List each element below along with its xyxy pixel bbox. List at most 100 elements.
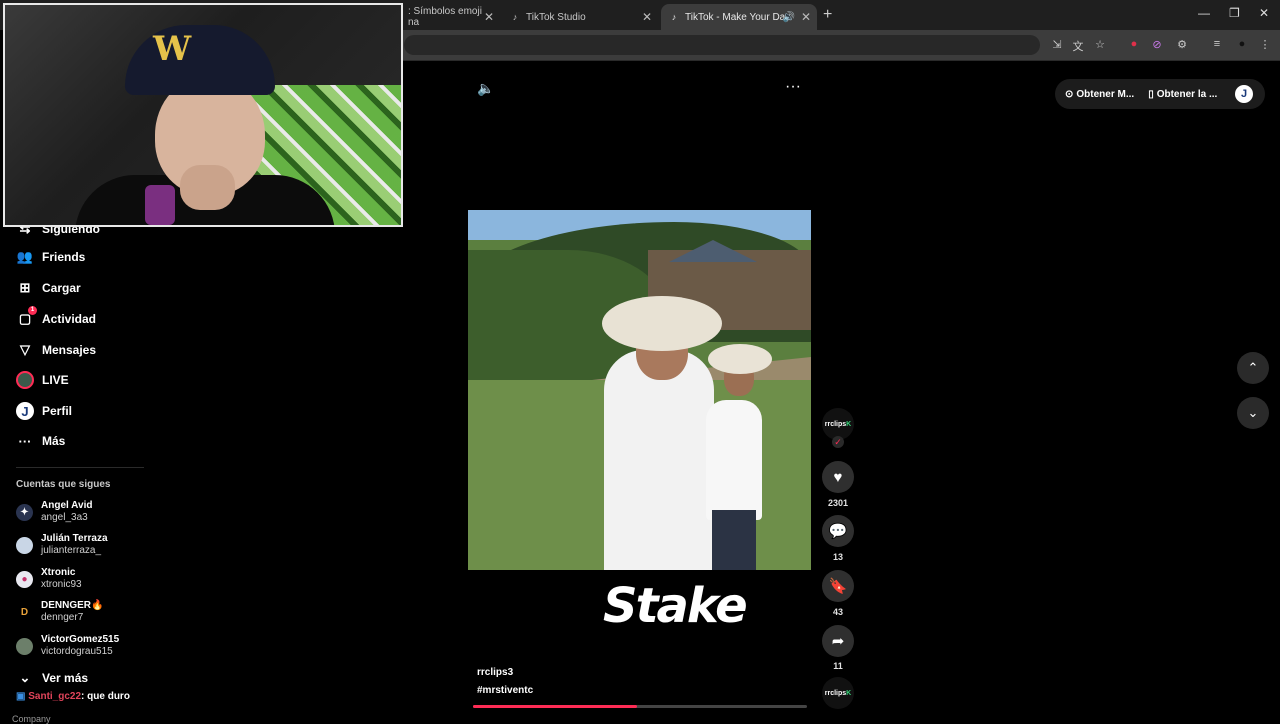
- toolbar-divider: [400, 60, 1280, 61]
- activity-icon: ▢ 1: [16, 306, 37, 328]
- followed-account[interactable]: Julián Terraza julianterraza_: [16, 531, 108, 559]
- see-more-button[interactable]: ⌄ Ver más: [16, 668, 89, 688]
- sidebar-item-label: Actividad: [42, 312, 97, 326]
- video-player[interactable]: [468, 210, 811, 570]
- comment-count: 13: [832, 552, 843, 562]
- see-more-label: Ver más: [42, 671, 89, 685]
- install-icon[interactable]: ⇲: [1050, 38, 1064, 51]
- stream-chat-message: ▣ Santi_gc22: que duro: [16, 691, 130, 702]
- avatar: [16, 637, 33, 655]
- followed-account[interactable]: ● Xtronic xtronic93: [16, 565, 82, 593]
- sidebar-item-live[interactable]: LIVE: [16, 370, 69, 390]
- followed-account[interactable]: VictorGomez515 victordograu515: [16, 632, 119, 660]
- user-avatar[interactable]: J: [1235, 85, 1253, 103]
- video-hashtag[interactable]: #mrstiventc: [477, 685, 533, 696]
- sidebar-item-label: Cargar: [42, 281, 81, 295]
- tiktok-icon: ♪: [512, 12, 518, 22]
- close-window-icon[interactable]: ✕: [1259, 6, 1269, 20]
- upload-icon: ⊞: [19, 280, 31, 295]
- phone-icon: ▯: [1148, 88, 1154, 100]
- account-name: Xtronic: [41, 567, 76, 578]
- like-button[interactable]: ♥: [822, 461, 854, 493]
- get-coins-button[interactable]: ⊙ Obtener M...: [1065, 89, 1134, 100]
- minimize-icon[interactable]: —: [1198, 6, 1210, 20]
- close-icon[interactable]: ✕: [642, 10, 652, 24]
- share-icon: ➦: [831, 633, 845, 650]
- tab-tiktok-studio[interactable]: ♪ TikTok Studio ✕: [502, 4, 658, 30]
- verified-badge: K: [846, 420, 852, 428]
- volume-icon[interactable]: 🔈: [477, 80, 494, 97]
- translate-icon[interactable]: 文: [1071, 38, 1085, 54]
- tab-emoji-symbols[interactable]: : Símbolos emoji na ✕: [400, 4, 500, 30]
- sidebar-item-perfil[interactable]: J Perfil: [16, 401, 72, 421]
- video-person-2-hat: [708, 344, 772, 374]
- sidebar-item-actividad[interactable]: ▢ 1 Actividad: [16, 306, 97, 329]
- star-icon[interactable]: ☆: [1093, 38, 1107, 51]
- chat-icon: ▣: [16, 691, 26, 702]
- coin-icon: ⊙: [1065, 88, 1074, 100]
- media-control-icon[interactable]: ≡: [1210, 38, 1224, 50]
- followed-account[interactable]: ✦ Angel Avid angel_3a3: [16, 498, 92, 526]
- comment-button[interactable]: 💬: [822, 515, 854, 547]
- follow-check-icon[interactable]: ✓: [832, 436, 844, 448]
- sound-disc[interactable]: rrclips K: [822, 677, 854, 709]
- verified-badge: K: [846, 689, 852, 697]
- close-icon[interactable]: ✕: [801, 10, 811, 24]
- sidebar-item-mas[interactable]: ··· Más: [16, 431, 66, 451]
- like-count: 2301: [827, 498, 849, 508]
- save-button[interactable]: 🔖: [822, 570, 854, 602]
- close-icon[interactable]: ✕: [484, 10, 494, 24]
- chevron-down-icon: ⌄: [1247, 405, 1259, 420]
- sidebar-item-friends[interactable]: 👥 Friends: [16, 247, 85, 267]
- footer-link[interactable]: Company: [12, 714, 51, 724]
- streamer-hand: [180, 165, 235, 210]
- previous-video-button[interactable]: ⌃: [1237, 352, 1269, 384]
- address-bar[interactable]: [404, 35, 1040, 55]
- friends-icon: 👥: [16, 249, 34, 264]
- extension-purple-icon[interactable]: ⊘: [1150, 38, 1164, 51]
- get-app-button[interactable]: ▯ Obtener la ...: [1148, 89, 1217, 100]
- sidebar-divider: [16, 467, 144, 468]
- account-name: DENNGER🔥: [41, 600, 104, 611]
- account-handle: dennger7: [41, 612, 84, 623]
- notification-badge: 1: [28, 306, 37, 315]
- avatar: D: [16, 603, 33, 621]
- profile-icon: J: [16, 402, 34, 420]
- sound-label: rrclips: [824, 689, 847, 697]
- more-icon: ···: [18, 433, 32, 449]
- extension-red-icon[interactable]: ●: [1127, 38, 1141, 50]
- creator-label: rrclips: [824, 420, 847, 428]
- followed-account[interactable]: D DENNGER🔥 dennger7: [16, 598, 103, 626]
- sidebar-item-mensajes[interactable]: ▽ Mensajes: [16, 340, 96, 360]
- sidebar-item-label: Más: [42, 434, 66, 448]
- restore-icon[interactable]: ❐: [1229, 6, 1240, 20]
- tab-title: : Símbolos emoji na: [408, 6, 482, 28]
- cap-logo-icon: W: [153, 29, 192, 69]
- video-author[interactable]: rrclips3: [477, 667, 513, 678]
- menu-kebab-icon[interactable]: ⋮: [1258, 38, 1272, 51]
- sidebar-item-label: Friends: [42, 250, 86, 264]
- next-video-button[interactable]: ⌄: [1237, 397, 1269, 429]
- get-app-label: Obtener la ...: [1156, 88, 1218, 100]
- tiktok-icon: ♪: [671, 12, 677, 22]
- webcam-overlay: W: [3, 3, 403, 227]
- messages-icon: ▽: [20, 342, 30, 357]
- video-person-1: [604, 350, 714, 570]
- get-coins-label: Obtener M...: [1076, 88, 1135, 100]
- microphone-icon: [145, 185, 175, 225]
- streamer-cap: [125, 25, 275, 95]
- profile-avatar-icon[interactable]: ●: [1235, 38, 1249, 50]
- chevron-down-icon: ⌄: [19, 670, 31, 685]
- video-person-1-hat: [602, 296, 722, 351]
- extensions-icon[interactable]: ⚙: [1175, 38, 1189, 51]
- sidebar-item-cargar[interactable]: ⊞ Cargar: [16, 278, 81, 298]
- tab-tiktok-main[interactable]: ♪ TikTok - Make Your Day 🔊 ✕: [661, 4, 817, 30]
- chevron-up-icon: ⌃: [1247, 360, 1259, 375]
- share-button[interactable]: ➦: [822, 625, 854, 657]
- avatar: [16, 536, 33, 554]
- new-tab-button[interactable]: +: [823, 6, 832, 24]
- speaker-icon[interactable]: 🔊: [783, 12, 795, 23]
- live-icon: [16, 371, 34, 389]
- more-options-icon[interactable]: ···: [785, 78, 801, 96]
- video-progress-bar[interactable]: [473, 705, 807, 708]
